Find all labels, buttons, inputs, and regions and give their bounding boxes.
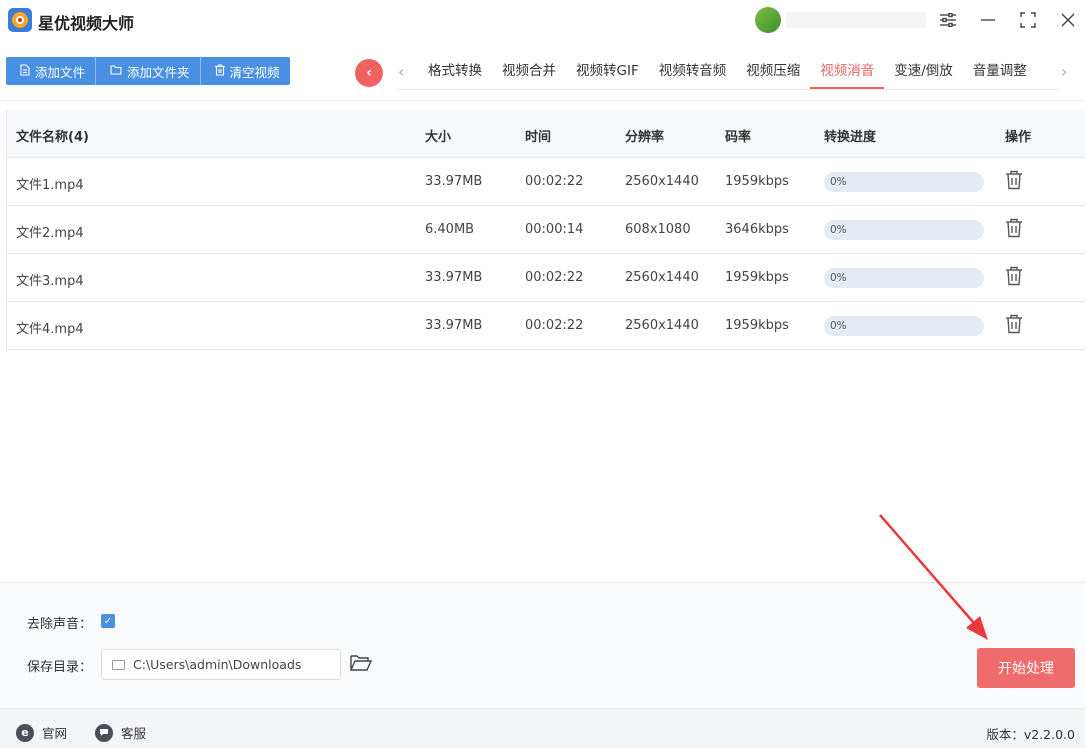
duration-cell: 00:00:14	[525, 222, 584, 237]
sliders-icon[interactable]	[936, 8, 960, 32]
trash-icon	[214, 63, 225, 79]
app-logo	[8, 8, 32, 32]
add-folder-label: 添加文件夹	[127, 64, 190, 80]
chevron-left-icon[interactable]: ‹	[355, 59, 383, 87]
footer: e 官网 客服 版本：v2.2.0.0	[0, 708, 1085, 748]
table-row[interactable]: 文件4.mp4 33.97MB 00:02:22 2560x1440 1959kbps 0…	[6, 302, 1085, 350]
header-duration: 时间	[525, 130, 552, 145]
version-text: 版本：v2.2.0.0	[986, 727, 1075, 742]
save-dir-label: 保存目录：	[27, 660, 93, 675]
size-cell: 33.97MB	[425, 318, 483, 333]
tab-item[interactable]: 变速/倒放	[884, 55, 963, 89]
file-icon	[20, 63, 30, 79]
trash-icon[interactable]	[1005, 170, 1025, 192]
clear-videos-label: 清空视频	[229, 64, 280, 80]
start-process-button[interactable]: 开始处理	[977, 648, 1075, 688]
annotation-arrow	[879, 514, 988, 640]
website-label: 官网	[42, 726, 68, 741]
bitrate-cell: 3646kbps	[725, 222, 789, 237]
tab-item[interactable]: 视频转音频	[649, 55, 737, 89]
progress-bar: 0%	[824, 316, 984, 336]
table-row[interactable]: 文件1.mp4 33.97MB 00:02:22 2560x1440 1959kbps 0…	[6, 158, 1085, 206]
folder-icon	[110, 64, 122, 78]
header-action: 操作	[1005, 130, 1032, 145]
close-icon[interactable]	[1056, 8, 1080, 32]
maximize-icon[interactable]	[1016, 8, 1040, 32]
tab-item[interactable]: 视频合并	[492, 55, 566, 89]
remove-audio-checkbox[interactable]: ✓	[101, 614, 115, 628]
bitrate-cell: 1959kbps	[725, 318, 789, 333]
table-row[interactable]: 文件3.mp4 33.97MB 00:02:22 2560x1440 1959kbps 0…	[6, 254, 1085, 302]
feature-tabs: 格式转换 视频合并 视频转GIF 视频转音频 视频压缩 视频消音 变速/倒放 音量调整	[418, 55, 1037, 89]
tabs-scroll-left-icon[interactable]: ‹	[398, 62, 404, 81]
progress-text: 0%	[830, 272, 847, 284]
clear-videos-button[interactable]: 清空视频	[200, 57, 290, 85]
tab-item[interactable]: 视频消音	[810, 55, 885, 89]
trash-icon[interactable]	[1005, 266, 1025, 288]
file-table: 文件名称(4) 大小 时间 分辨率 码率 转换进度 操作 文件1.mp4 33.9…	[6, 110, 1085, 572]
size-cell: 33.97MB	[425, 174, 483, 189]
chat-icon	[95, 723, 113, 742]
tabs-divider	[398, 89, 1058, 90]
header-size: 大小	[425, 130, 452, 145]
file-name-cell: 文件2.mp4	[16, 226, 84, 241]
website-link[interactable]: e 官网	[16, 723, 67, 742]
file-toolbar: 添加文件 添加文件夹 清空视频	[6, 57, 290, 85]
tab-item[interactable]: 视频压缩	[736, 55, 810, 89]
header-bitrate: 码率	[725, 130, 752, 145]
tab-item[interactable]: 格式转换	[418, 55, 492, 89]
duration-cell: 00:02:22	[525, 318, 584, 333]
avatar[interactable]	[755, 7, 781, 33]
tab-item[interactable]: 视频转GIF	[566, 55, 649, 89]
progress-bar: 0%	[824, 172, 984, 192]
ie-icon: e	[16, 723, 34, 742]
table-header: 文件名称(4) 大小 时间 分辨率 码率 转换进度 操作	[6, 110, 1085, 158]
trash-icon[interactable]	[1005, 314, 1025, 336]
progress-text: 0%	[830, 176, 847, 188]
tabs-scroll-right-icon[interactable]: ›	[1061, 62, 1067, 81]
support-label: 客服	[121, 726, 147, 741]
header-divider	[0, 100, 1085, 101]
save-dir-value: C:\Users\admin\Downloads	[133, 657, 302, 672]
bitrate-cell: 1959kbps	[725, 174, 789, 189]
progress-text: 0%	[830, 224, 847, 236]
resolution-cell: 2560x1440	[625, 174, 699, 189]
browse-folder-icon[interactable]	[350, 654, 373, 674]
file-name-cell: 文件3.mp4	[16, 274, 84, 289]
add-folder-button[interactable]: 添加文件夹	[96, 57, 201, 85]
duration-cell: 00:02:22	[525, 174, 584, 189]
add-file-label: 添加文件	[35, 64, 86, 80]
folder-icon	[112, 659, 125, 670]
size-cell: 6.40MB	[425, 222, 475, 237]
file-name-cell: 文件4.mp4	[16, 322, 84, 337]
save-dir-input[interactable]: C:\Users\admin\Downloads	[101, 649, 341, 680]
resolution-cell: 2560x1440	[625, 270, 699, 285]
app-title: 星优视频大师	[38, 14, 135, 33]
header-name: 文件名称(4)	[16, 130, 89, 145]
size-cell: 33.97MB	[425, 270, 483, 285]
support-link[interactable]: 客服	[95, 723, 146, 742]
resolution-cell: 608x1080	[625, 222, 691, 237]
header-resolution: 分辨率	[625, 130, 665, 145]
table-left-border	[6, 110, 7, 351]
header-progress: 转换进度	[824, 130, 877, 145]
remove-audio-label: 去除声音：	[27, 617, 93, 632]
progress-text: 0%	[830, 320, 847, 332]
tab-item[interactable]: 音量调整	[963, 55, 1037, 89]
progress-bar: 0%	[824, 268, 984, 288]
user-name-placeholder	[786, 12, 926, 28]
resolution-cell: 2560x1440	[625, 318, 699, 333]
trash-icon[interactable]	[1005, 218, 1025, 240]
bitrate-cell: 1959kbps	[725, 270, 789, 285]
duration-cell: 00:02:22	[525, 270, 584, 285]
add-file-button[interactable]: 添加文件	[6, 57, 97, 85]
title-bar: 星优视频大师	[0, 0, 1085, 40]
table-row[interactable]: 文件2.mp4 6.40MB 00:00:14 608x1080 3646kbps 0%	[6, 206, 1085, 254]
progress-bar: 0%	[824, 220, 984, 240]
minimize-icon[interactable]	[976, 8, 1000, 32]
file-name-cell: 文件1.mp4	[16, 178, 84, 193]
